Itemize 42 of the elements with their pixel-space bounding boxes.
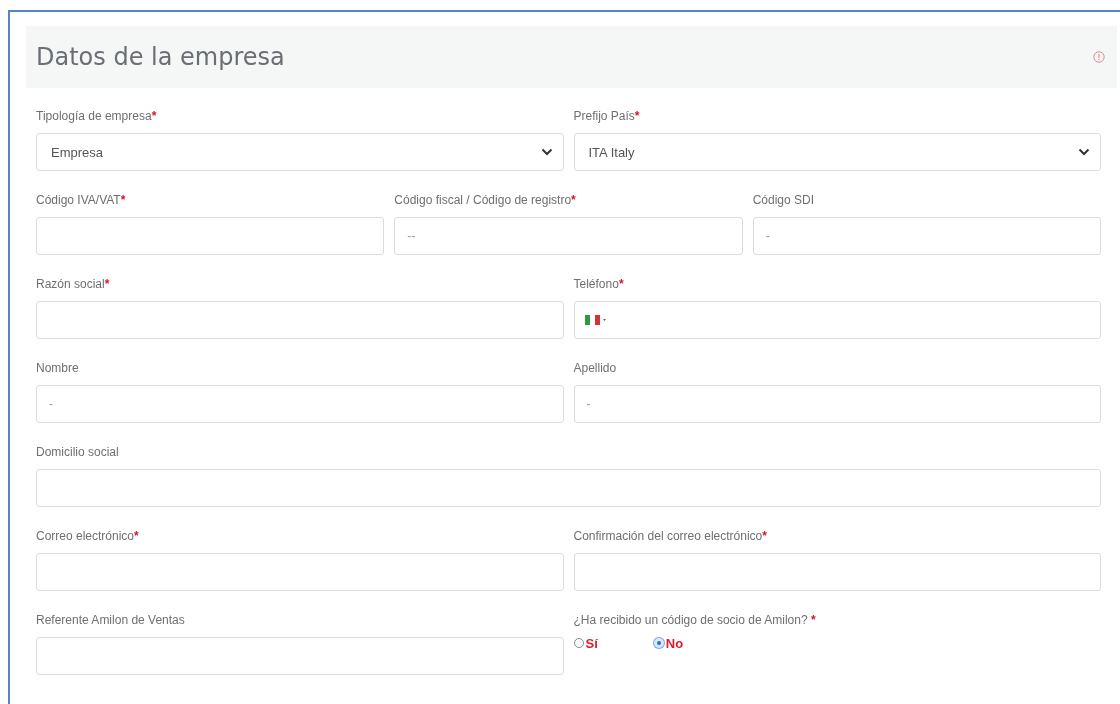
chevron-down-icon bbox=[540, 148, 553, 156]
field-label: Razón social* bbox=[36, 276, 111, 293]
input-field[interactable] bbox=[36, 217, 385, 255]
select-field[interactable]: Empresa bbox=[36, 133, 564, 171]
field-label: Correo electrónico* bbox=[36, 528, 140, 545]
input-field[interactable] bbox=[36, 637, 564, 675]
input-field[interactable]: -- bbox=[394, 217, 743, 255]
field-label: Confirmación del correo electrónico* bbox=[573, 528, 768, 545]
input-field[interactable]: - bbox=[573, 385, 1101, 423]
required-mark: * bbox=[634, 109, 640, 123]
required-mark: * bbox=[571, 193, 576, 207]
input-field[interactable] bbox=[573, 553, 1101, 591]
flag-dropdown-icon[interactable] bbox=[584, 314, 609, 326]
field-label: Código SDI bbox=[752, 192, 816, 209]
radio-option[interactable]: Sí bbox=[573, 635, 598, 651]
input-field[interactable] bbox=[36, 553, 564, 591]
field-label: Nombre bbox=[36, 360, 80, 377]
input-field[interactable]: - bbox=[752, 217, 1101, 255]
radio-option[interactable]: No bbox=[653, 635, 684, 651]
field-label: Prefijo País* bbox=[573, 108, 641, 125]
input-field[interactable] bbox=[36, 469, 1101, 507]
select-field[interactable]: ITA Italy bbox=[573, 133, 1101, 171]
field-label: Domicilio social bbox=[36, 444, 120, 461]
required-mark: * bbox=[151, 109, 157, 123]
field-label: Referente Amilon de Ventas bbox=[36, 612, 186, 629]
input-field[interactable] bbox=[36, 301, 564, 339]
required-mark: * bbox=[134, 529, 139, 543]
field-label: Tipología de empresa* bbox=[36, 108, 158, 125]
required-mark: * bbox=[120, 193, 126, 207]
required-mark: * bbox=[104, 277, 110, 291]
field-label: Código IVA/VAT* bbox=[36, 192, 127, 209]
phone-field[interactable] bbox=[573, 301, 1101, 339]
required-mark: * bbox=[762, 529, 767, 543]
field-label: Teléfono* bbox=[573, 276, 625, 293]
required-mark: * bbox=[618, 277, 624, 291]
field-label: Apellido bbox=[573, 360, 618, 377]
input-field[interactable]: - bbox=[36, 385, 564, 423]
chevron-down-icon bbox=[1078, 148, 1090, 156]
required-mark: * bbox=[809, 613, 816, 627]
section-title: Datos de la empresa bbox=[36, 43, 285, 71]
field-label: Código fiscal / Código de registro* bbox=[394, 192, 577, 209]
field-label: ¿Ha recibido un código de socio de Amilon? * bbox=[573, 612, 817, 629]
